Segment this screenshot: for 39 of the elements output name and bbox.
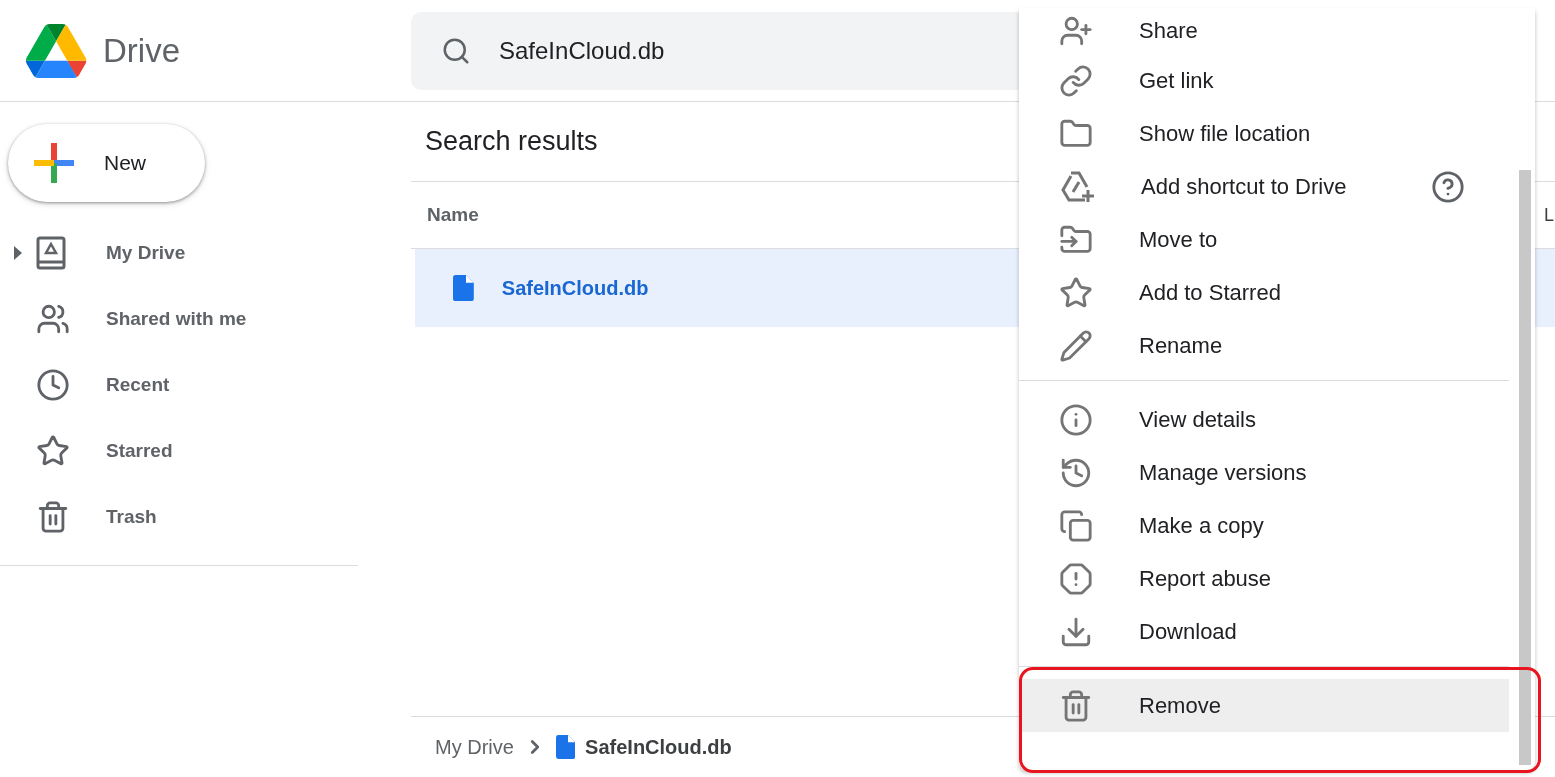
drive-shortcut-icon bbox=[1059, 169, 1095, 204]
menu-item[interactable]: Remove bbox=[1019, 679, 1509, 732]
drive-book-icon bbox=[36, 236, 66, 270]
file-icon bbox=[453, 275, 474, 301]
trash-icon bbox=[1059, 688, 1093, 723]
app-name: Drive bbox=[103, 31, 180, 70]
sidebar-item[interactable]: Shared with me bbox=[0, 286, 358, 352]
scrollbar[interactable] bbox=[1519, 170, 1531, 765]
column-header[interactable]: Name bbox=[411, 204, 479, 226]
clock-icon bbox=[36, 368, 70, 402]
file-icon bbox=[555, 735, 576, 759]
menu-item[interactable]: View details bbox=[1019, 393, 1509, 446]
sidebar-item[interactable]: Starred bbox=[0, 418, 358, 484]
pencil-icon bbox=[1059, 328, 1093, 363]
plus-icon bbox=[34, 143, 74, 183]
star-icon bbox=[1059, 275, 1093, 310]
expand-arrow-icon[interactable] bbox=[13, 245, 23, 261]
trash-icon bbox=[36, 500, 70, 534]
menu-item[interactable]: Add to Starred bbox=[1019, 266, 1509, 319]
breadcrumb-link[interactable]: My Drive bbox=[435, 735, 514, 759]
menu-item[interactable]: Manage versions bbox=[1019, 446, 1509, 499]
link-icon bbox=[1059, 63, 1093, 98]
person-add-icon bbox=[1059, 14, 1093, 48]
info-icon bbox=[1059, 402, 1093, 437]
menu-item[interactable]: Make a copy bbox=[1019, 499, 1509, 552]
drive-logo-icon bbox=[25, 23, 87, 78]
people-icon bbox=[36, 302, 70, 336]
sidebar-item[interactable]: Recent bbox=[0, 352, 358, 418]
help-icon[interactable] bbox=[1431, 169, 1465, 204]
sidebar-item[interactable]: My Drive bbox=[0, 220, 358, 286]
alert-icon bbox=[1059, 561, 1093, 596]
star-icon bbox=[36, 434, 70, 468]
breadcrumb-link[interactable]: SafeInCloud.db bbox=[585, 735, 732, 759]
menu-item[interactable]: Download bbox=[1019, 605, 1509, 658]
menu-item[interactable]: Report abuse bbox=[1019, 552, 1509, 605]
new-button[interactable]: New bbox=[8, 124, 205, 202]
copy-icon bbox=[1059, 508, 1093, 543]
menu-item[interactable]: Show file location bbox=[1019, 107, 1509, 160]
sidebar-item[interactable]: Trash bbox=[0, 484, 358, 550]
